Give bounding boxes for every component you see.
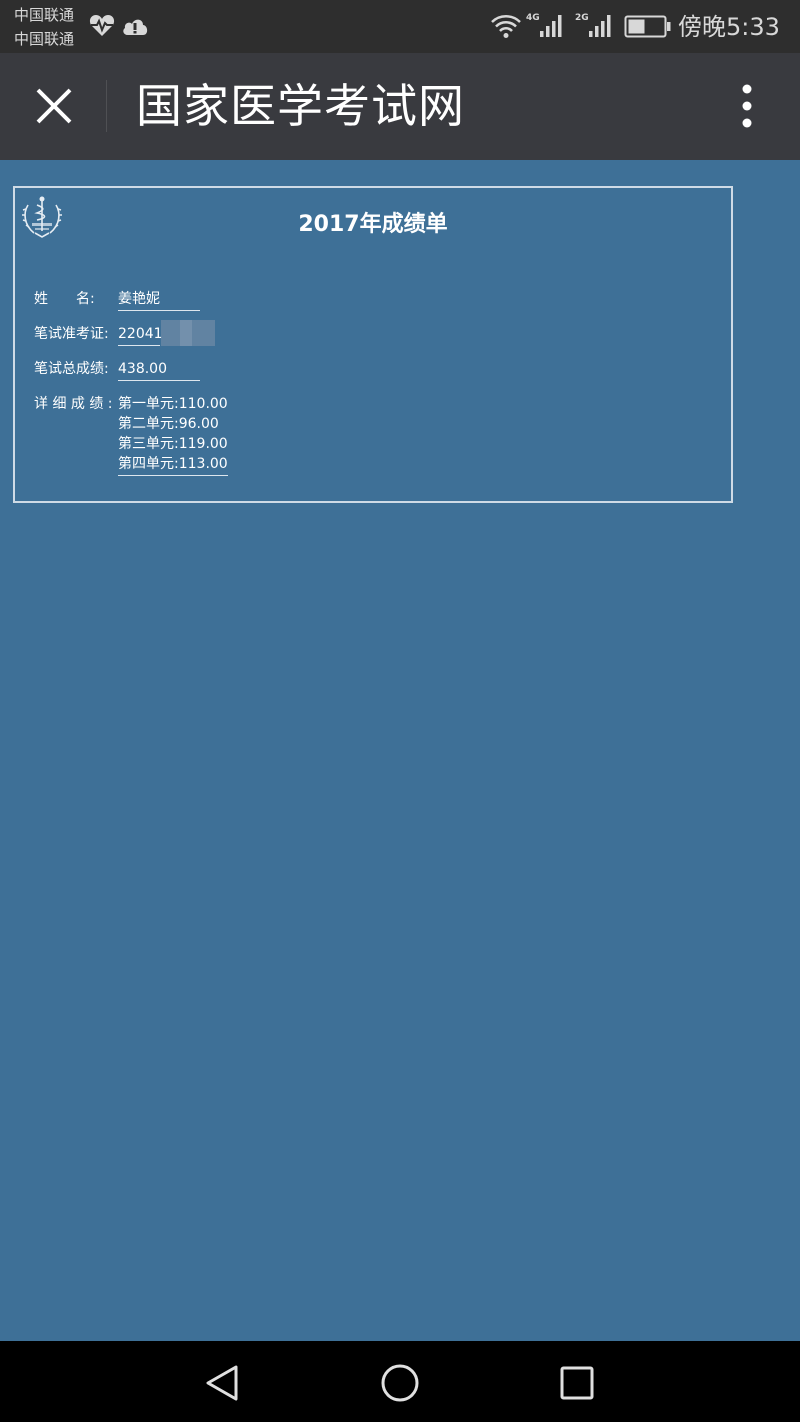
status-time: 傍晚5:33 bbox=[678, 13, 780, 41]
home-icon[interactable] bbox=[376, 1359, 424, 1407]
carrier-label-2: 中国联通 bbox=[14, 30, 75, 48]
unit-score-3: 第三单元:119.00 bbox=[118, 436, 228, 452]
exam-id-label: 笔试准考证: bbox=[34, 326, 109, 342]
name-label: 姓 名: bbox=[34, 291, 95, 307]
name-value: 姜艳妮 bbox=[118, 289, 200, 311]
recent-apps-icon[interactable] bbox=[553, 1359, 601, 1407]
back-icon[interactable] bbox=[198, 1359, 246, 1407]
cloud-icon bbox=[123, 19, 148, 35]
exam-id-value: 22041 bbox=[118, 324, 163, 346]
svg-text:2G: 2G bbox=[575, 13, 589, 23]
title-bar: 国家医学考试网 bbox=[0, 53, 800, 160]
total-score-value: 438.00 bbox=[118, 359, 200, 381]
unit-score-4: 第四单元:113.00 bbox=[118, 454, 228, 476]
more-options-button[interactable] bbox=[720, 74, 774, 138]
redaction-mask-segment bbox=[180, 320, 192, 346]
page-title: 国家医学考试网 bbox=[136, 79, 465, 133]
title-divider bbox=[106, 80, 107, 132]
signal-4g-icon: 4G bbox=[526, 13, 562, 37]
signal-2g-icon: 2G bbox=[575, 13, 611, 37]
report-title: 2017年成绩单 bbox=[298, 212, 448, 237]
navigation-bar bbox=[0, 1341, 800, 1422]
battery-icon bbox=[624, 15, 671, 38]
close-icon bbox=[36, 88, 72, 124]
unit-score-2: 第二单元:96.00 bbox=[118, 416, 219, 432]
more-vertical-icon bbox=[742, 84, 752, 128]
wifi-icon bbox=[491, 15, 521, 38]
svg-text:4G: 4G bbox=[526, 13, 540, 23]
detail-scores-label: 详 细 成 绩 : bbox=[34, 396, 113, 412]
status-bar: 中国联通 中国联通 4G 2G 傍晚5:33 bbox=[0, 0, 800, 53]
heart-rate-icon bbox=[89, 15, 115, 36]
close-button[interactable] bbox=[22, 74, 86, 138]
detail-scores-list: 第一单元:110.00 第二单元:96.00 第三单元:119.00 第四单元:… bbox=[118, 394, 228, 476]
total-score-label: 笔试总成绩: bbox=[34, 361, 109, 377]
carrier-label-1: 中国联通 bbox=[14, 6, 75, 24]
unit-score-1: 第一单元:110.00 bbox=[118, 396, 228, 412]
